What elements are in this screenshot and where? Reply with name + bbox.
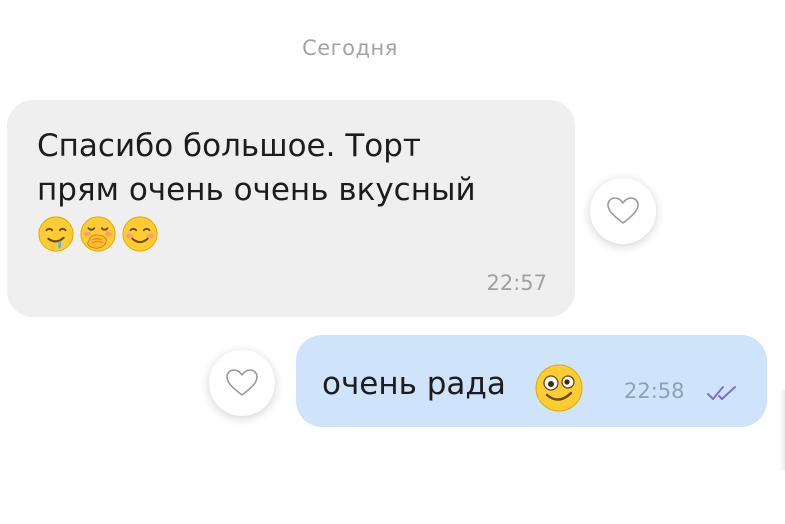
like-reaction-button[interactable] [209,350,275,416]
message-time: 22:58 [624,379,685,403]
incoming-message-bubble[interactable]: Спасибо большое. Торт прям очень очень в… [7,100,575,317]
like-reaction-button[interactable] [590,178,656,244]
edge-shadow [779,390,785,470]
hand-over-mouth-emoji [80,216,116,252]
double-check-icon [707,386,736,400]
message-time: 22:57 [486,271,547,295]
message-text: очень рада [322,366,506,402]
date-separator: Сегодня [302,36,398,60]
zany-face-emoji [535,364,583,412]
message-text: Спасибо большое. Торт прям очень очень в… [37,128,476,208]
emoji-row [37,215,545,253]
heart-outline-icon [226,369,258,396]
smiling-face-emoji [122,216,158,252]
drooling-face-emoji [38,216,74,252]
heart-outline-icon [607,197,639,224]
outgoing-message-bubble[interactable]: очень рада 22:58 [296,335,767,427]
chat-conversation: Сегодня Спасибо большое. Торт прям очень… [0,0,785,524]
